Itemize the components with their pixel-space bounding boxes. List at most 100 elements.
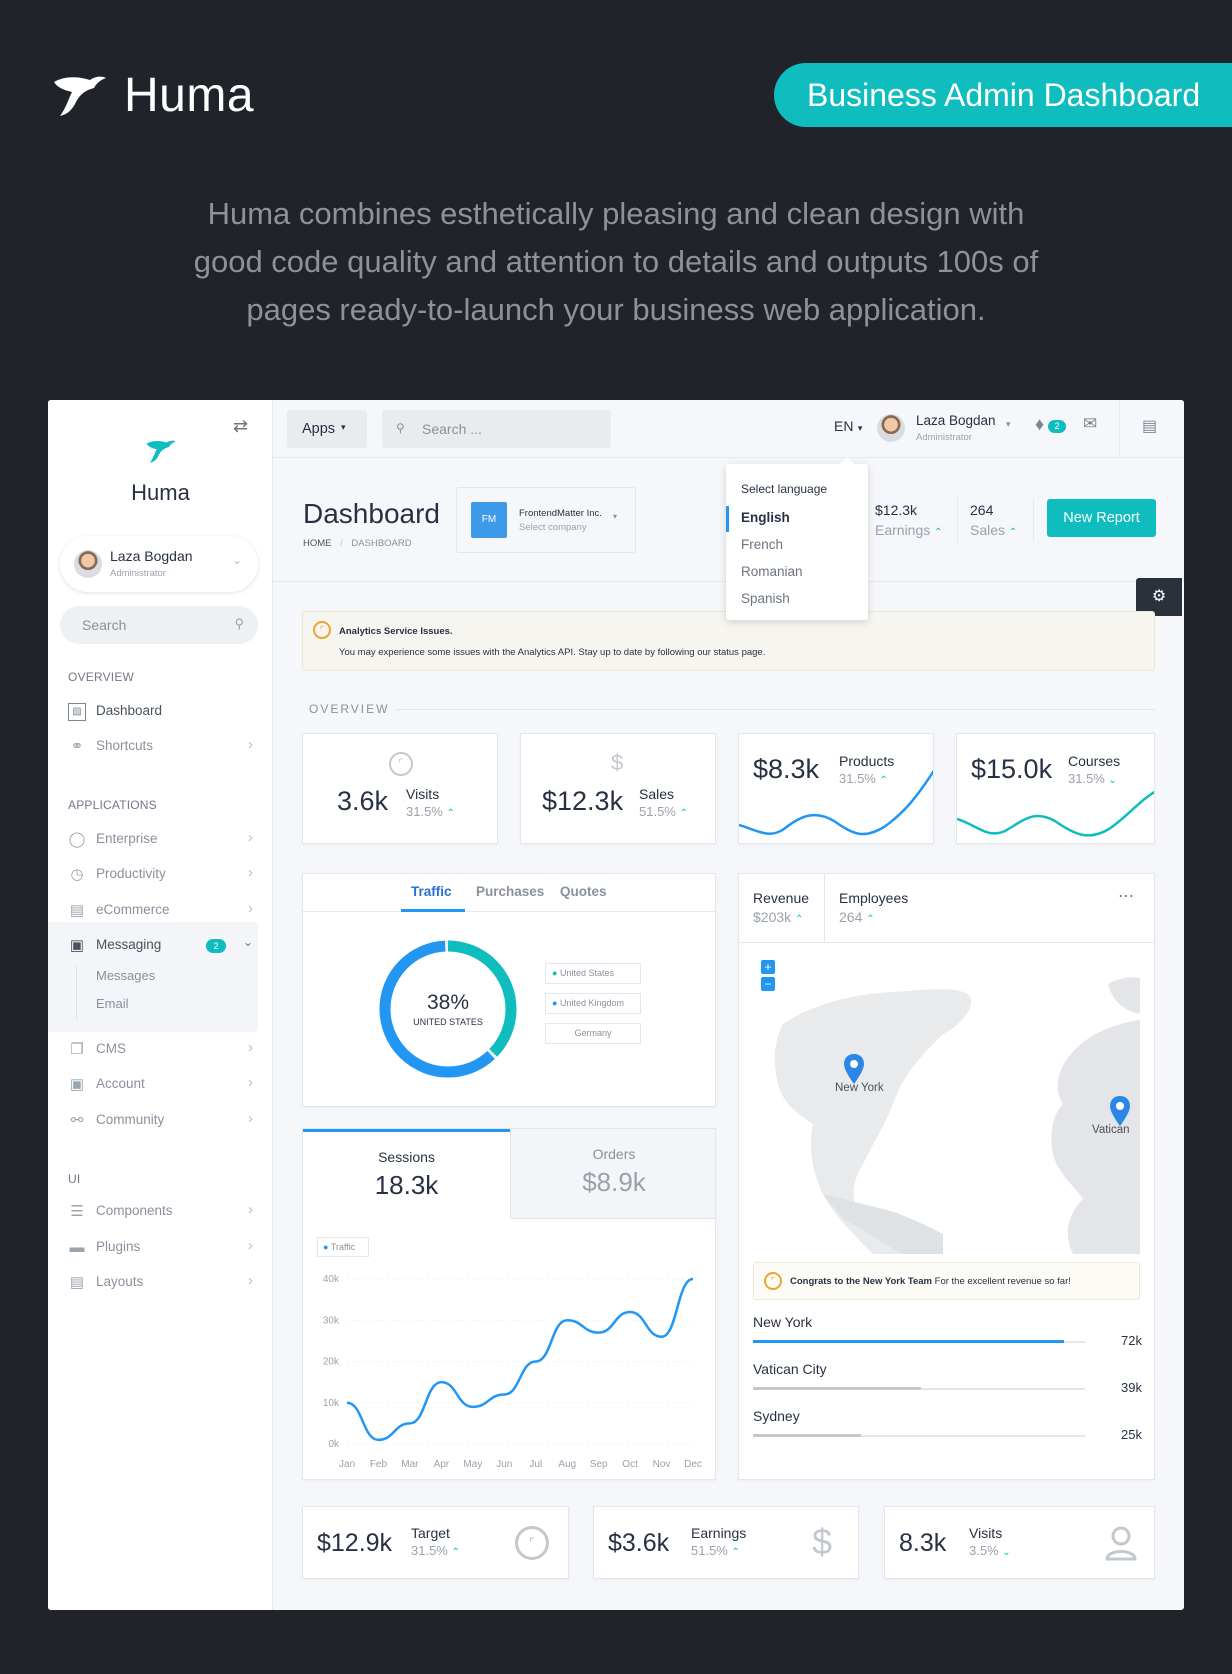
x-tick-label: Jan bbox=[339, 1459, 355, 1470]
apps-label: Apps bbox=[302, 421, 336, 437]
breadcrumb: HOME / DASHBOARD bbox=[303, 538, 412, 549]
zoom-out-button[interactable]: − bbox=[761, 977, 775, 991]
analytics-alert: ⌜ Analytics Service Issues. You may expe… bbox=[302, 611, 1155, 671]
sidebar-item-label: Account bbox=[96, 1076, 145, 1091]
language-option-english[interactable]: English bbox=[741, 510, 790, 525]
legend-item-uk[interactable]: ● United Kingdom bbox=[545, 993, 641, 1014]
courses-sparkline bbox=[957, 790, 1154, 837]
sidebar-item-label: Plugins bbox=[96, 1239, 141, 1254]
language-option-spanish[interactable]: Spanish bbox=[741, 591, 790, 606]
sidebar-item-dashboard[interactable]: ▧ Dashboard bbox=[68, 701, 253, 723]
x-tick-label: Oct bbox=[622, 1459, 638, 1470]
revenue-tab[interactable]: Revenue $203k ⌃ bbox=[739, 874, 825, 942]
sidebar-item-plugins[interactable]: ▬ Plugins › bbox=[68, 1237, 254, 1259]
orders-tab[interactable]: Orders $8.9k bbox=[510, 1129, 715, 1219]
sidebar-search-placeholder: Search bbox=[82, 617, 127, 633]
briefcase-icon[interactable]: ▤ bbox=[1142, 416, 1157, 436]
earnings-label-text: Earnings bbox=[875, 522, 931, 538]
sidebar-search-input[interactable]: Search ⚲ bbox=[60, 606, 258, 644]
sidebar-item-cms[interactable]: ❐ CMS › bbox=[68, 1039, 253, 1061]
legend-item-us[interactable]: ● United States bbox=[545, 963, 641, 984]
more-options-icon[interactable]: ⋯ bbox=[1118, 886, 1134, 906]
map-pin-icon[interactable] bbox=[843, 1054, 865, 1084]
sidebar-item-label: Messaging bbox=[96, 937, 162, 952]
sidebar-item-productivity[interactable]: ◷ Productivity › bbox=[68, 864, 253, 886]
language-option-french[interactable]: French bbox=[741, 537, 783, 552]
revenue-value-text: $203k bbox=[753, 909, 792, 925]
chevron-right-icon: › bbox=[248, 1237, 253, 1254]
apps-menu-button[interactable]: Apps ▾ bbox=[287, 410, 367, 448]
bottom-card-visits: 8.3k Visits 3.5% ⌄ bbox=[884, 1506, 1155, 1579]
caret-down-icon[interactable]: ▾ bbox=[1006, 419, 1011, 430]
sidebar-item-enterprise[interactable]: ◯ Enterprise › bbox=[68, 829, 253, 851]
company-selector[interactable]: FM FrontendMatter Inc. Select company ▾ bbox=[456, 487, 636, 553]
employees-value: 264 ⌃ bbox=[839, 909, 875, 925]
language-option-romanian[interactable]: Romanian bbox=[741, 564, 803, 579]
chevron-right-icon: › bbox=[248, 736, 253, 753]
clock-icon: ⌜ bbox=[764, 1272, 782, 1290]
tagline-line: good code quality and attention to detai… bbox=[193, 244, 1039, 279]
bell-icon[interactable]: ♦ bbox=[1035, 414, 1044, 435]
overview-rule bbox=[396, 709, 1155, 710]
topbar-user-name[interactable]: Laza Bogdan bbox=[916, 413, 996, 428]
kpi-change: 51.5% ⌃ bbox=[639, 804, 688, 819]
overview-heading: OVERVIEW bbox=[309, 702, 390, 716]
sidebar-subitem-email[interactable]: Email bbox=[96, 996, 129, 1011]
chevron-right-icon: › bbox=[248, 1039, 253, 1056]
y-tick-label: 0k bbox=[328, 1439, 340, 1450]
employees-label[interactable]: Employees bbox=[839, 890, 908, 906]
topbar-avatar[interactable] bbox=[877, 414, 905, 442]
sidebar-toggle-icon[interactable]: ⇄ bbox=[233, 416, 248, 437]
bottom-value: $3.6k bbox=[608, 1529, 670, 1557]
world-map bbox=[774, 977, 1140, 1254]
language-selector[interactable]: EN ▾ bbox=[834, 418, 862, 436]
sidebar-user-card[interactable]: Laza Bogdan Administrator ⌄ bbox=[60, 536, 258, 592]
chevron-right-icon: › bbox=[248, 1272, 253, 1289]
tab-purchases[interactable]: Purchases bbox=[476, 884, 544, 899]
sidebar-subitem-messages[interactable]: Messages bbox=[96, 968, 155, 983]
sidebar-item-ecommerce[interactable]: ▤ eCommerce › bbox=[68, 900, 253, 922]
chevron-right-icon: › bbox=[248, 1110, 253, 1127]
sidebar-item-account[interactable]: ▣ Account › bbox=[68, 1074, 253, 1096]
map-card-divider bbox=[739, 942, 1154, 943]
congrats-alert: ⌜ Congrats to the New York Team For the … bbox=[753, 1262, 1140, 1300]
sidebar-item-shortcuts[interactable]: ⚭ Shortcuts › bbox=[68, 736, 253, 758]
trend-up-icon: ⌃ bbox=[866, 914, 875, 925]
city-revenue-list: New York 72k Vatican City 39k Sydney 25k bbox=[753, 1314, 1142, 1464]
sales-label-text: Sales bbox=[970, 522, 1006, 538]
city-value: 72k bbox=[1121, 1333, 1142, 1348]
tab-quotes[interactable]: Quotes bbox=[560, 884, 607, 899]
sidebar-item-layouts[interactable]: ▤ Layouts › bbox=[68, 1272, 253, 1294]
alert-text: You may experience some issues with the … bbox=[339, 647, 766, 658]
sidebar-item-community[interactable]: ⚯ Community › bbox=[68, 1110, 253, 1132]
legend-dot: ● bbox=[323, 1242, 329, 1252]
mail-icon[interactable]: ✉ bbox=[1083, 414, 1097, 434]
sidebar-item-messaging[interactable]: ▣ Messaging 2 ⌄ bbox=[68, 935, 253, 957]
language-dropdown: Select language English French Romanian … bbox=[726, 456, 868, 620]
topbar-search-input[interactable]: ⚲ Search ... bbox=[382, 410, 611, 448]
kpi-change-text: 51.5% bbox=[639, 804, 676, 819]
language-option-active-bar bbox=[726, 506, 729, 532]
kpi-label: Sales bbox=[639, 786, 675, 802]
map-pin-icon[interactable] bbox=[1109, 1096, 1131, 1126]
bottom-card-target: $12.9k Target 31.5% ⌃ ⌜ bbox=[302, 1506, 569, 1579]
breadcrumb-home[interactable]: HOME bbox=[303, 538, 332, 549]
new-report-button[interactable]: New Report bbox=[1047, 499, 1156, 537]
header-sales-label: Sales ⌃ bbox=[970, 522, 1017, 538]
revenue-map-card: Revenue $203k ⌃ Employees 264 ⌃ ⋯ + − Ne… bbox=[738, 873, 1155, 1480]
legend-item-germany[interactable]: Germany bbox=[545, 1023, 641, 1044]
pin-label-vatican: Vatican bbox=[1092, 1124, 1130, 1136]
legend-dot: ● bbox=[552, 998, 558, 1008]
header-sales-value: 264 bbox=[970, 502, 994, 518]
app-window: ⇄ Huma Laza Bogdan Administrator ⌄ Searc… bbox=[48, 400, 1184, 1610]
tagline-line: Huma combines esthetically pleasing and … bbox=[207, 196, 1025, 231]
city-value: 39k bbox=[1121, 1380, 1142, 1395]
sidebar-item-components[interactable]: ☰ Components › bbox=[68, 1201, 253, 1223]
sessions-tab[interactable]: Sessions 18.3k bbox=[303, 1129, 510, 1219]
zoom-in-button[interactable]: + bbox=[761, 960, 775, 974]
tab-traffic-underline bbox=[401, 909, 465, 912]
traffic-line-chart: 40k 30k 20k 10k 0k Jan Feb Mar Apr May Jun Jul Aug Se… bbox=[323, 1274, 702, 1470]
brand-name: Huma bbox=[124, 69, 255, 122]
tab-traffic[interactable]: Traffic bbox=[411, 884, 452, 899]
page-title: Dashboard bbox=[303, 498, 440, 529]
